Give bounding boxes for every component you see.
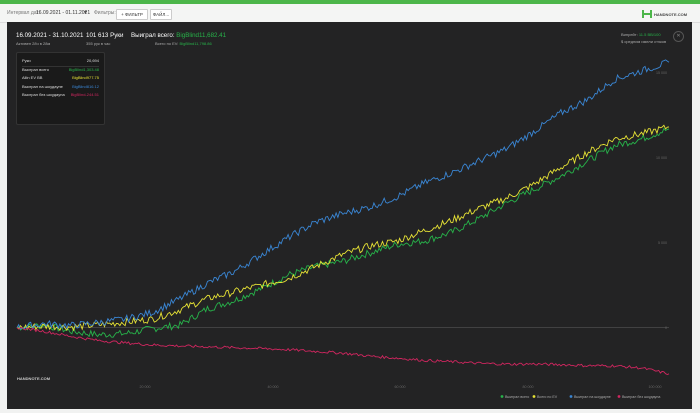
toolbar: Интервал дат: 16.09.2021 - 01.11.2021 ▾ … xyxy=(0,4,700,23)
add-filter-button[interactable]: + ФИЛЬТР xyxy=(116,9,148,20)
tooltip-row-label: Выиграл всего xyxy=(22,66,50,72)
x-tick-label: 40 000 xyxy=(268,385,279,389)
graph-panel: 16.09.2021 - 31.10.2021 Активен 28ч в 28… xyxy=(7,22,692,409)
legend-swatch xyxy=(617,395,621,398)
y-tick-label: 5 000 xyxy=(658,241,667,245)
legend-label[interactable]: Выиграл всего xyxy=(505,395,529,399)
tooltip-row-label: Руки xyxy=(22,58,31,63)
legend-swatch xyxy=(500,395,504,398)
tooltip-row-value: BigBlind816.12 xyxy=(72,83,99,89)
handnote-logo-text: HANDNOTE.COM xyxy=(654,12,688,17)
x-tick-label: 100 000 xyxy=(649,385,662,389)
series-line xyxy=(16,124,670,332)
line-chart: 15 000 10 000 5 000 0 20 000 40 000 60 000 80 0… xyxy=(16,59,670,399)
legend-label[interactable]: Выиграл без шоудауна xyxy=(622,395,660,399)
tooltip-row-label: Allin EV BB xyxy=(22,75,43,80)
chart-tooltip: Руки 20,694 Выиграл всего BigBlind1,303.48 A… xyxy=(16,52,105,125)
legend-swatch xyxy=(532,395,536,398)
legend-swatch xyxy=(569,395,573,398)
tooltip-row-value: 20,694 xyxy=(86,58,99,63)
y-tick-label: 10 000 xyxy=(656,156,667,160)
date-range-value[interactable]: 16.09.2021 - 01.11.2021 xyxy=(36,10,90,16)
y-tick-label: 0 xyxy=(665,326,667,330)
tooltip-row-value: BigBlind1,303.48 xyxy=(68,66,99,72)
legend-label[interactable]: Выиграл на шоудауне xyxy=(574,395,611,399)
chevron-down-icon[interactable]: ▾ xyxy=(84,9,87,16)
x-tick-label: 20 000 xyxy=(140,385,151,389)
tooltip-row-label: Выиграл на шоудауне xyxy=(22,83,63,89)
filters-label: Фильтры: xyxy=(94,10,116,16)
tooltip-row-label: Выиграл без шоудауна xyxy=(22,92,65,97)
file-button[interactable]: ФАЙЛ... xyxy=(150,9,172,20)
tooltip-row-value: BigBlind977.75 xyxy=(72,75,99,80)
y-tick-label: 15 000 xyxy=(656,71,667,75)
handnote-logo-icon xyxy=(642,10,652,18)
series-line xyxy=(16,59,670,331)
x-tick-label: 80 000 xyxy=(523,385,534,389)
handnote-watermark: HANDNOTE.COM xyxy=(17,376,51,381)
x-tick-label: 60 000 xyxy=(395,385,406,389)
tooltip-row-value: BigBlind-244.51 xyxy=(70,92,99,97)
legend-label[interactable]: Всего по EV xyxy=(537,395,558,399)
